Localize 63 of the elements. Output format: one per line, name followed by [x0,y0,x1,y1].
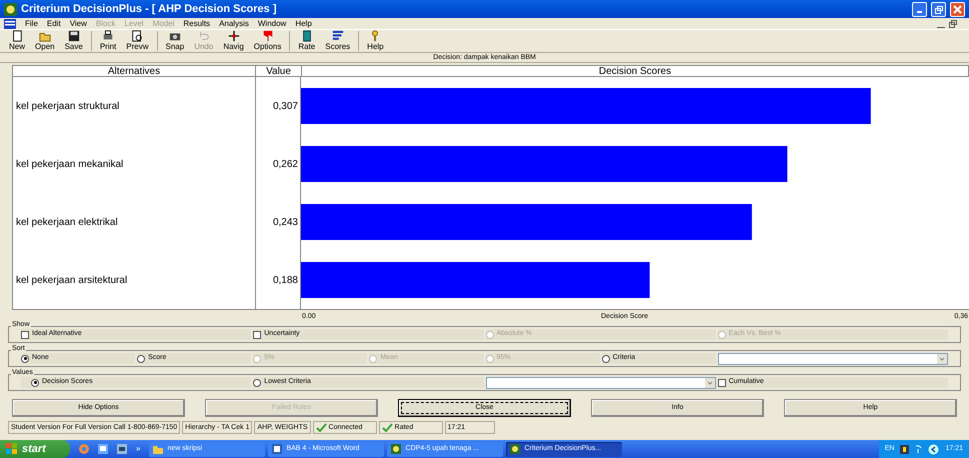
caret-icon [937,354,947,364]
crosshair-icon [228,30,240,42]
menu-item[interactable]: Results [183,18,210,30]
radio-button[interactable] [21,354,29,362]
toolbar-button[interactable]: Options [248,30,286,51]
checkbox[interactable] [718,378,726,386]
check-icon [382,423,393,432]
value-label: 0,307 [272,100,298,114]
chart-title: Decision Scores [598,66,672,76]
toolbar-button[interactable]: Open [30,30,60,51]
folder-icon [153,444,164,454]
start-button[interactable]: start [0,440,70,458]
menu-item[interactable]: View [70,18,87,30]
toolbar-button[interactable]: Print [94,30,122,51]
toolbar-button[interactable]: New [4,30,30,51]
caret-icon [704,378,715,388]
windows-logo-icon [6,443,18,455]
toolbar-button[interactable]: Help [362,30,389,51]
menu-item[interactable]: Edit [46,18,61,30]
restore-button[interactable] [931,2,946,16]
checkbox[interactable] [21,330,29,338]
folder-icon [38,30,51,42]
bars-icon [332,30,344,42]
alternative-label: kel pekerjaan arsitektural [16,274,128,288]
menu-item[interactable]: Analysis [219,18,249,30]
menu-item[interactable]: File [25,18,38,30]
dropdown-field[interactable] [486,376,716,388]
restore-icon [934,4,943,14]
close-icon [953,4,962,14]
dropdown-field[interactable] [718,352,948,364]
undo-icon [198,30,210,42]
alternative-label: kel pekerjaan mekanikal [16,158,124,172]
radio-button[interactable] [602,354,610,362]
alternative-label: kel pekerjaan elektrikal [16,216,118,230]
check-icon [316,423,327,432]
menu-item[interactable]: Window [258,18,286,30]
window-icon[interactable] [117,444,127,454]
column-header: Value [266,66,291,76]
toolbar-button[interactable]: Prevw [121,30,154,51]
minimize-icon [917,10,922,12]
menu-item[interactable]: Help [295,18,312,30]
overflow-chevron[interactable]: » [136,443,140,455]
toolbar-button[interactable]: Snap [160,30,190,51]
toolbar-button[interactable]: Navig [218,30,249,51]
alternative-label: kel pekerjaan struktural [16,100,120,114]
flag-icon [262,30,274,42]
window-title: Criterium DecisionPlus - [ AHP Decision Scores ] [21,2,278,17]
document-menu-icon[interactable] [4,18,16,28]
toolbar-button[interactable]: Rate [293,30,320,51]
restore-button[interactable] [949,20,957,28]
document-icon [272,444,282,454]
checkbox[interactable] [253,330,262,338]
radio-button[interactable] [31,378,39,386]
value-label: 0,262 [272,158,298,172]
toolbar-button[interactable]: Scores [320,30,356,51]
column-header: Alternatives [108,66,160,76]
app-icon [4,2,17,16]
toolbar-button[interactable]: Save [60,30,88,51]
value-label: 0,188 [272,274,298,288]
radio-button[interactable] [253,378,262,386]
close-button[interactable] [950,2,965,16]
value-label: 0,243 [272,216,298,230]
radio-button[interactable] [137,354,146,362]
